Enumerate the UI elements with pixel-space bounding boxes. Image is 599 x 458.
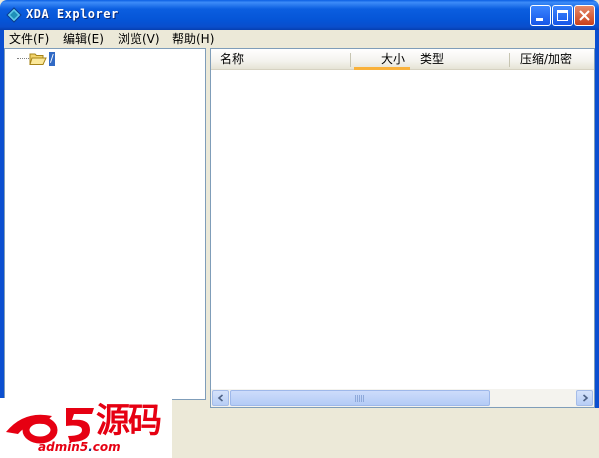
scroll-left-button[interactable]: [212, 390, 229, 406]
scroll-grip: [355, 395, 365, 402]
minimize-button[interactable]: [530, 5, 551, 26]
maximize-icon: [557, 10, 568, 21]
folder-open-icon[interactable]: [29, 52, 47, 66]
minimize-icon: [536, 18, 543, 21]
watermark-url: admin5.com: [38, 440, 121, 454]
menu-bar: 文件(F) 编辑(E) 浏览(V) 帮助(H): [4, 30, 595, 48]
xda-app-icon: [6, 7, 22, 23]
window-title: XDA Explorer: [26, 7, 119, 21]
title-bar[interactable]: XDA Explorer: [0, 0, 599, 30]
menu-edit[interactable]: 编辑(E): [63, 31, 104, 47]
sort-indicator: [354, 67, 410, 70]
menu-file[interactable]: 文件(F): [9, 31, 49, 47]
arrow-left-icon: [217, 394, 224, 402]
close-icon: [579, 10, 590, 21]
horizontal-scrollbar[interactable]: [211, 389, 594, 407]
close-button[interactable]: [574, 5, 595, 26]
folder-tree[interactable]: /: [4, 48, 206, 400]
column-header-type[interactable]: 类型: [420, 49, 444, 70]
scroll-thumb[interactable]: [230, 390, 490, 406]
maximize-button[interactable]: [552, 5, 573, 26]
watermark-text: 源码: [96, 401, 162, 441]
arrow-right-icon: [582, 394, 589, 402]
file-list[interactable]: 名称 大小 类型 压缩/加密: [210, 48, 595, 408]
status-area: [172, 408, 599, 458]
watermark: 源码 admin5.com: [0, 398, 172, 458]
scroll-right-button[interactable]: [576, 390, 593, 406]
menu-help[interactable]: 帮助(H): [172, 31, 214, 47]
tree-root-label[interactable]: /: [49, 52, 55, 66]
menu-view[interactable]: 浏览(V): [118, 31, 160, 47]
column-divider[interactable]: [350, 53, 351, 67]
app-window: XDA Explorer 文件(F) 编辑(E) 浏览(V) 帮助(H) / 名…: [0, 0, 599, 458]
column-header-name[interactable]: 名称: [220, 49, 244, 70]
list-header: 名称 大小 类型 压缩/加密: [211, 49, 594, 70]
window-frame-right: [595, 30, 599, 458]
column-header-compression[interactable]: 压缩/加密: [520, 49, 572, 70]
column-divider[interactable]: [509, 53, 510, 67]
